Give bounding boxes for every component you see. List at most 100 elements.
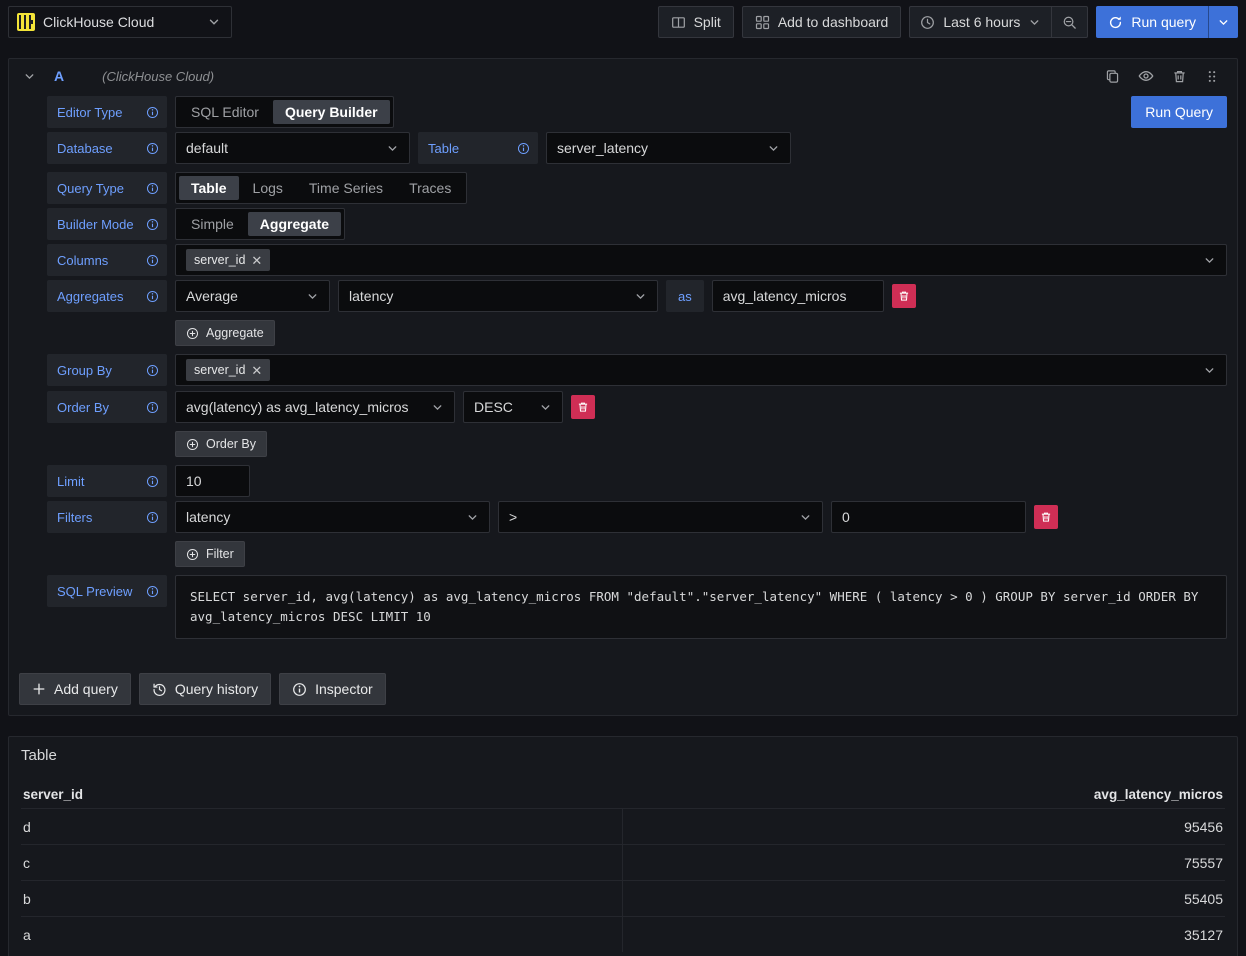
limit-input[interactable]	[175, 465, 250, 497]
plus-circle-icon	[186, 548, 199, 561]
info-icon[interactable]	[146, 290, 159, 303]
query-type-radio-group: Table Logs Time Series Traces	[175, 172, 467, 204]
editor-type-option-query-builder[interactable]: Query Builder	[273, 100, 390, 124]
filter-field-select[interactable]: latency	[175, 501, 490, 533]
order-by-label: Order By	[47, 391, 167, 423]
info-icon[interactable]	[146, 364, 159, 377]
run-query-dropdown-button[interactable]	[1208, 6, 1238, 38]
info-icon[interactable]	[146, 475, 159, 488]
column-tag: server_id ✕	[186, 249, 270, 271]
table-row: a 35127	[21, 916, 1225, 952]
builder-mode-option-simple[interactable]: Simple	[179, 212, 246, 236]
add-to-dashboard-button[interactable]: Add to dashboard	[742, 6, 902, 38]
info-icon[interactable]	[146, 106, 159, 119]
query-history-button[interactable]: Query history	[139, 673, 271, 705]
info-icon[interactable]	[146, 585, 159, 598]
datasource-picker[interactable]: ClickHouse Cloud	[8, 6, 232, 38]
time-range-label: Last 6 hours	[943, 14, 1020, 30]
remove-tag-icon[interactable]: ✕	[251, 254, 262, 267]
drag-handle-icon[interactable]	[1205, 69, 1219, 84]
add-filter-button[interactable]: Filter	[175, 541, 245, 567]
query-datasource-hint: (ClickHouse Cloud)	[102, 69, 214, 84]
inspector-button[interactable]: Inspector	[279, 673, 386, 705]
duplicate-query-icon[interactable]	[1105, 69, 1120, 84]
remove-filter-button[interactable]	[1034, 505, 1058, 529]
trash-icon	[898, 290, 910, 302]
add-aggregate-button[interactable]: Aggregate	[175, 320, 275, 346]
info-icon[interactable]	[146, 218, 159, 231]
info-icon[interactable]	[146, 182, 159, 195]
aggregate-alias-input[interactable]	[712, 280, 884, 312]
chevron-down-icon	[1028, 16, 1041, 29]
cell-server-id: c	[21, 845, 623, 880]
collapse-chevron-icon[interactable]	[23, 70, 36, 83]
info-icon[interactable]	[146, 254, 159, 267]
aggregate-function-select[interactable]: Average	[175, 280, 330, 312]
table-row: b 55405	[21, 880, 1225, 916]
filter-value-input[interactable]	[831, 501, 1026, 533]
query-ref-id[interactable]: A	[54, 68, 64, 84]
builder-mode-radio-group: Simple Aggregate	[175, 208, 345, 240]
info-icon[interactable]	[517, 142, 530, 155]
remove-order-by-button[interactable]	[571, 395, 595, 419]
order-by-field-select[interactable]: avg(latency) as avg_latency_micros	[175, 391, 455, 423]
chevron-down-icon	[431, 401, 444, 414]
filters-label: Filters	[47, 501, 167, 533]
info-icon[interactable]	[146, 142, 159, 155]
add-to-dashboard-label: Add to dashboard	[778, 14, 889, 30]
column-header-server-id[interactable]: server_id	[21, 787, 623, 802]
table-select[interactable]: server_latency	[546, 132, 791, 164]
cell-server-id: d	[21, 809, 623, 844]
delete-query-trash-icon[interactable]	[1172, 69, 1187, 84]
add-query-button[interactable]: Add query	[19, 673, 131, 705]
history-icon	[152, 682, 167, 697]
group-by-multiselect[interactable]: server_id ✕	[175, 354, 1227, 386]
cell-avg-latency: 75557	[623, 845, 1225, 880]
column-header-avg-latency-micros[interactable]: avg_latency_micros	[623, 787, 1225, 802]
order-by-direction-select[interactable]: DESC	[463, 391, 563, 423]
filter-operator-select[interactable]: >	[498, 501, 823, 533]
split-button[interactable]: Split	[658, 6, 734, 38]
editor-type-option-sql-editor[interactable]: SQL Editor	[179, 100, 271, 124]
query-type-label: Query Type	[47, 172, 167, 204]
zoom-out-time-button[interactable]	[1051, 7, 1087, 37]
builder-mode-option-aggregate[interactable]: Aggregate	[248, 212, 341, 236]
aggregate-column-select[interactable]: latency	[338, 280, 658, 312]
time-range-button[interactable]: Last 6 hours	[910, 7, 1051, 37]
chevron-down-icon	[634, 290, 647, 303]
query-type-option-time-series[interactable]: Time Series	[297, 176, 395, 200]
query-type-option-traces[interactable]: Traces	[397, 176, 463, 200]
info-icon[interactable]	[146, 401, 159, 414]
database-select[interactable]: default	[175, 132, 410, 164]
query-builder-form: Editor Type SQL Editor Query Builder Dat…	[9, 93, 1237, 653]
add-order-by-button[interactable]: Order By	[175, 431, 267, 457]
time-picker-group: Last 6 hours	[909, 6, 1088, 38]
cell-avg-latency: 35127	[623, 917, 1225, 952]
chevron-down-icon	[1203, 254, 1216, 267]
trash-icon	[577, 401, 589, 413]
table-row: c 75557	[21, 844, 1225, 880]
split-label: Split	[694, 14, 721, 30]
group-by-tag: server_id ✕	[186, 359, 270, 381]
database-label: Database	[47, 132, 167, 164]
sql-preview-text: SELECT server_id, avg(latency) as avg_la…	[175, 575, 1227, 639]
cell-avg-latency: 95456	[623, 809, 1225, 844]
info-icon[interactable]	[146, 511, 159, 524]
zoom-out-icon	[1062, 15, 1077, 30]
cell-avg-latency: 55405	[623, 881, 1225, 916]
columns-multiselect[interactable]: server_id ✕	[175, 244, 1227, 276]
panel-title: Table	[9, 745, 1237, 774]
query-type-option-logs[interactable]: Logs	[241, 176, 295, 200]
sql-preview-label: SQL Preview	[47, 575, 167, 607]
table-header-row: server_id avg_latency_micros	[21, 780, 1225, 808]
limit-label: Limit	[47, 465, 167, 497]
chevron-down-icon	[539, 401, 552, 414]
chevron-down-icon	[799, 511, 812, 524]
hide-query-eye-icon[interactable]	[1138, 68, 1154, 84]
datasource-name: ClickHouse Cloud	[43, 14, 207, 30]
query-type-option-table[interactable]: Table	[179, 176, 239, 200]
remove-tag-icon[interactable]: ✕	[251, 364, 262, 377]
split-icon	[671, 15, 686, 30]
run-query-button[interactable]: Run query	[1096, 6, 1208, 38]
remove-aggregate-button[interactable]	[892, 284, 916, 308]
